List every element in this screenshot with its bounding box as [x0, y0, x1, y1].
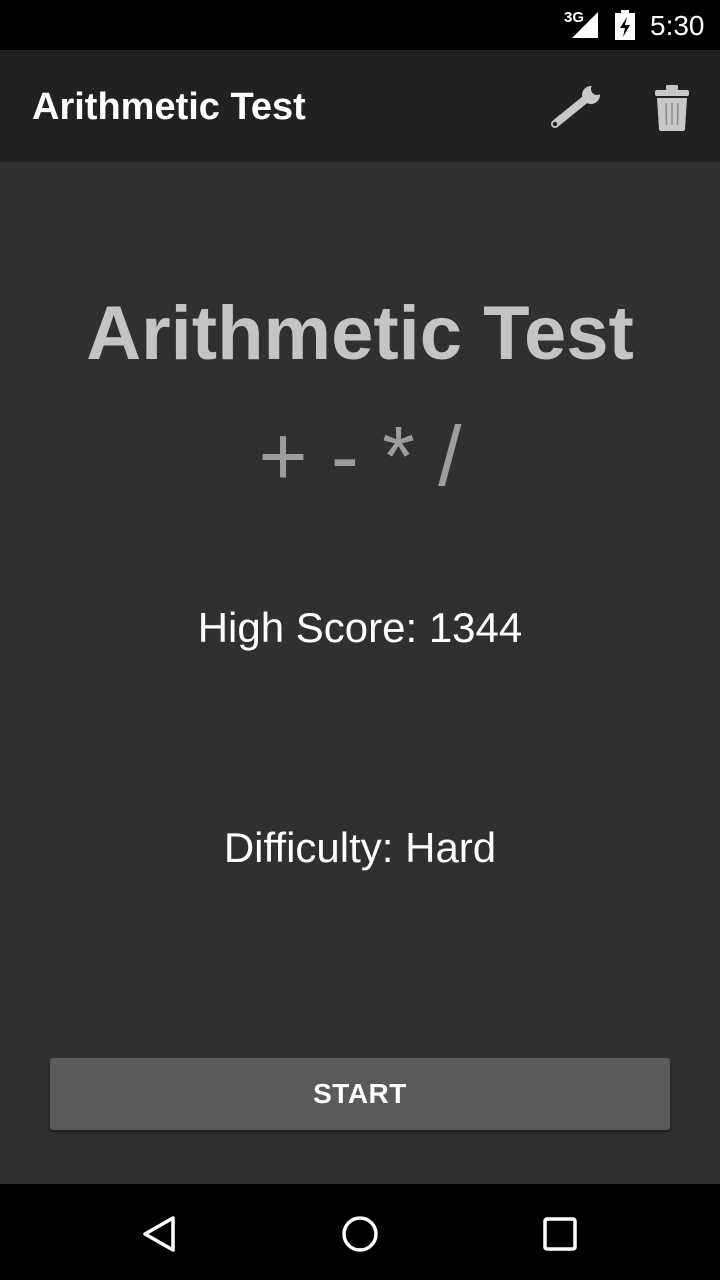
battery-charging-icon — [615, 10, 635, 40]
delete-button[interactable] — [640, 76, 704, 140]
status-bar: 3G 5:30 — [0, 0, 720, 50]
high-score-label: High Score: 1344 — [197, 604, 523, 651]
home-button[interactable] — [328, 1202, 392, 1266]
back-icon — [143, 1216, 175, 1252]
operators-label: + - * / — [258, 409, 462, 503]
difficulty-label: Difficulty: Hard — [223, 824, 497, 871]
start-button[interactable]: START — [50, 1058, 670, 1130]
home-icon — [342, 1216, 378, 1252]
status-clock: 5:30 — [650, 10, 705, 41]
hero-title: Arithmetic Test — [86, 291, 634, 376]
navigation-bar — [0, 1184, 720, 1280]
trash-icon — [655, 85, 689, 131]
settings-button[interactable] — [544, 76, 608, 140]
app-bar: Arithmetic Test — [0, 50, 720, 162]
recents-icon — [543, 1217, 577, 1251]
recents-button[interactable] — [528, 1202, 592, 1266]
back-button[interactable] — [128, 1202, 192, 1266]
app-bar-title: Arithmetic Test — [32, 86, 306, 128]
wrench-icon — [551, 84, 603, 128]
signal-icon — [572, 12, 598, 38]
